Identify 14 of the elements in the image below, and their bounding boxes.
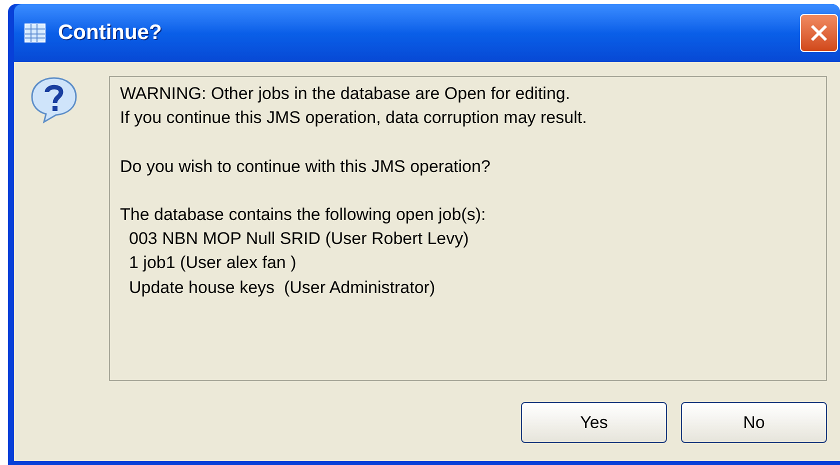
- window-title: Continue?: [58, 20, 162, 46]
- close-icon: [809, 23, 829, 43]
- message-line: WARNING: Other jobs in the database are Open for editing.: [120, 83, 572, 105]
- message-line: Update house keys (User Administrator): [128, 276, 436, 299]
- dialog-button[interactable]: No: [681, 402, 827, 443]
- message-line: If you continue this JMS operation, data corruption may result.: [120, 107, 588, 130]
- message-line: 003 NBN MOP Null SRID (User Robert Levy): [128, 228, 470, 250]
- message-line: 1 job1 (User alex fan ): [128, 252, 298, 274]
- dialog-button[interactable]: Yes: [521, 402, 667, 443]
- message-line: Do you wish to continue with this JMS operation?: [120, 156, 492, 178]
- close-button[interactable]: [800, 14, 838, 52]
- message-line: The database contains the following open job(s):: [120, 204, 487, 226]
- grid-icon: [24, 23, 46, 43]
- question-icon: [30, 76, 78, 124]
